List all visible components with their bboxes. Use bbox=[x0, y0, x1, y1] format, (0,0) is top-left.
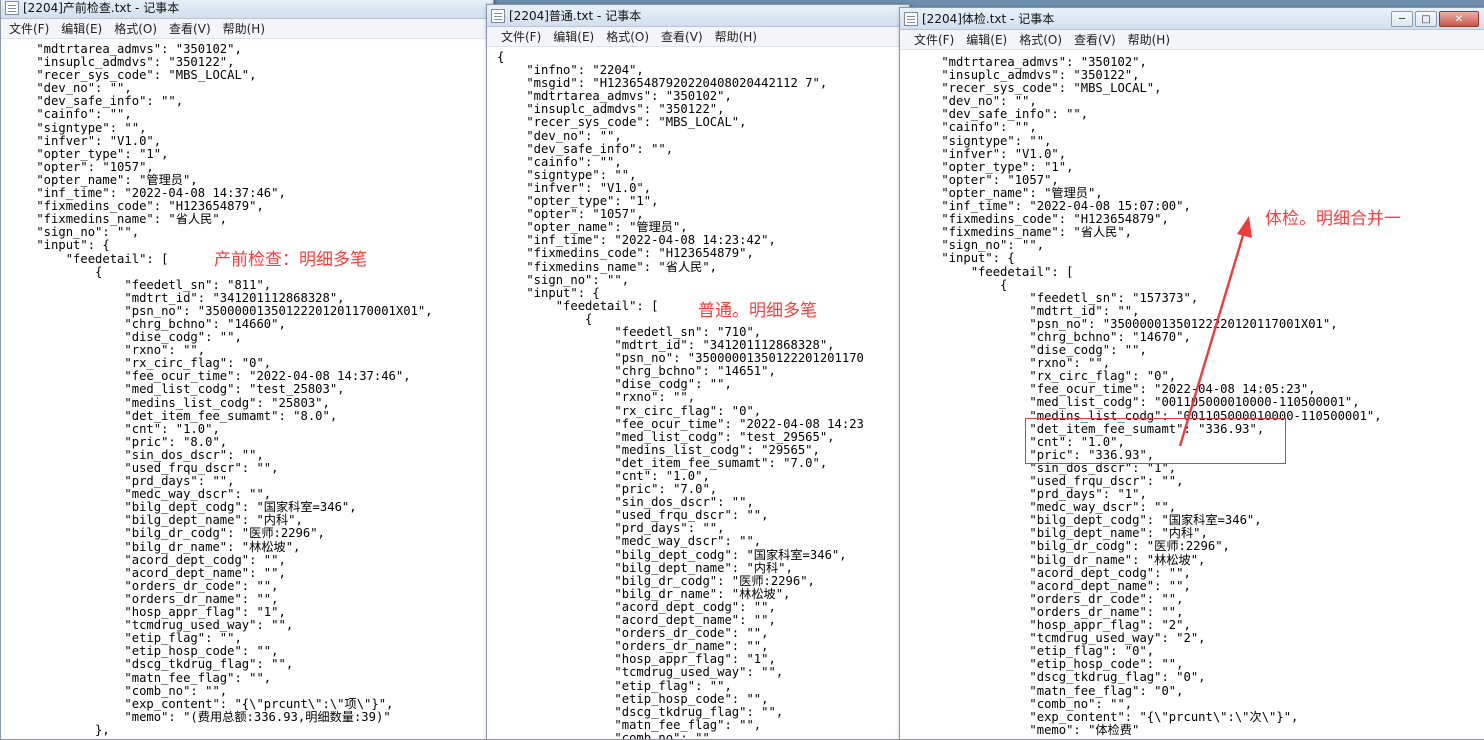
arrow-icon bbox=[1178, 216, 1252, 447]
